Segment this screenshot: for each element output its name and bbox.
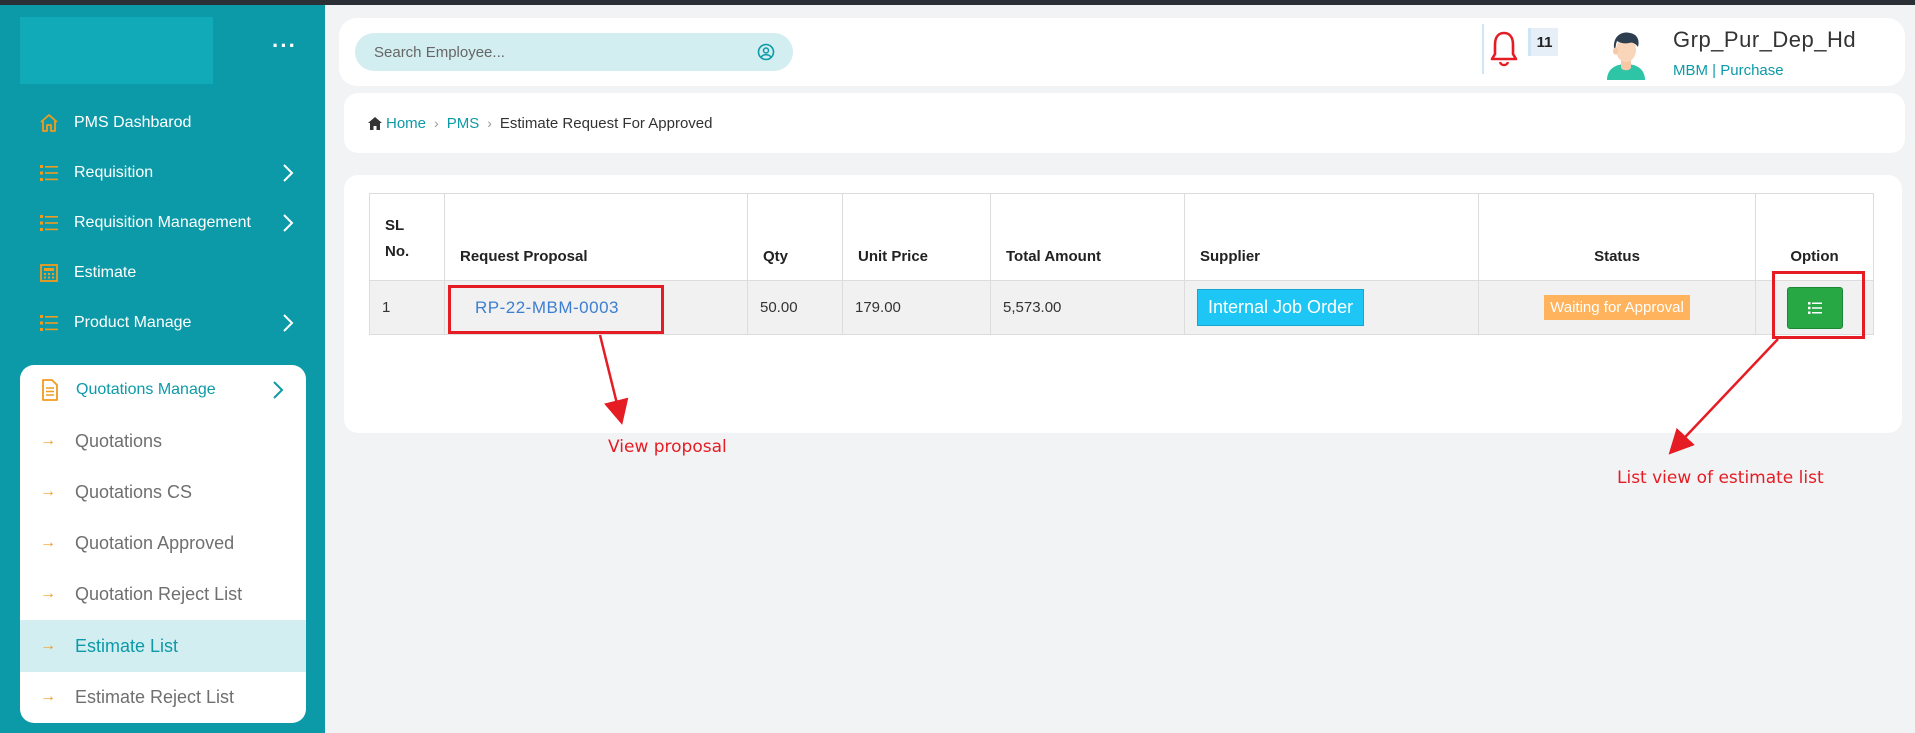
sidebar-item-label: Requisition — [74, 164, 154, 181]
sidebar-item-estimate[interactable]: Estimate — [38, 258, 298, 288]
bell-icon[interactable] — [1482, 24, 1524, 74]
cell-total-amount: 5,573.00 — [990, 280, 1185, 335]
submenu-item-quotation-approved[interactable]: → Quotation Approved — [20, 517, 306, 569]
column-header-option: Option — [1755, 193, 1874, 281]
user-name: Grp_Pur_Dep_Hd — [1673, 27, 1857, 52]
document-icon — [40, 379, 62, 401]
search-bar — [355, 33, 793, 71]
submenu-item-label: Quotations — [75, 430, 163, 451]
chevron-right-icon — [283, 164, 294, 182]
cell-qty: 50.00 — [747, 280, 843, 335]
submenu-item-estimate-reject-list[interactable]: → Estimate Reject List — [20, 671, 306, 723]
search-input[interactable] — [374, 43, 754, 61]
user-role: MBM | Purchase — [1673, 62, 1784, 79]
column-header-sl: SL No. — [369, 193, 445, 281]
sidebar-item-quotations-manage[interactable]: Quotations Manage — [20, 365, 306, 415]
calculator-icon — [38, 262, 60, 284]
column-header-label: SL No. — [385, 217, 410, 260]
submenu-item-label: Quotations CS — [75, 481, 193, 502]
user-search-icon[interactable] — [757, 43, 775, 66]
sidebar-item-label: Product Manage — [74, 314, 192, 331]
submenu-item-quotation-reject-list[interactable]: → Quotation Reject List — [20, 568, 306, 620]
status-badge: Waiting for Approval — [1544, 295, 1690, 320]
sidebar-item-requisition-management[interactable]: Requisition Management — [38, 208, 298, 238]
arrow-right-icon: → — [40, 688, 56, 705]
column-header-status: Status — [1478, 193, 1756, 281]
cell-supplier: Internal Job Order — [1184, 280, 1479, 335]
submenu-item-label: Estimate List — [75, 635, 179, 656]
option-highlight-box — [1772, 271, 1865, 339]
chevron-right-icon: › — [434, 115, 439, 131]
logo — [20, 17, 213, 84]
chevron-right-icon — [273, 381, 284, 399]
table-header-row: SL No. Request Proposal Qty Unit Price T… — [369, 193, 1874, 281]
breadcrumb: Home › PMS › Estimate Request For Approv… — [344, 93, 1905, 153]
breadcrumb-home[interactable]: Home — [368, 115, 426, 132]
column-header-unit-price: Unit Price — [842, 193, 991, 281]
top-header: 11 Grp_Pur_Dep_Hd MBM | Purchase — [339, 18, 1905, 86]
home-icon — [38, 112, 60, 134]
list-icon — [38, 212, 60, 234]
arrow-right-icon: → — [40, 534, 56, 551]
avatar[interactable] — [1599, 26, 1653, 80]
chevron-right-icon — [283, 214, 294, 232]
proposal-highlight-box — [448, 285, 664, 334]
sidebar-item-requisition[interactable]: Requisition — [38, 158, 298, 188]
annotation-view-proposal: View proposal — [608, 437, 727, 457]
home-icon — [368, 116, 382, 130]
submenu-item-label: Quotation Approved — [75, 532, 235, 553]
chevron-right-icon: › — [487, 115, 492, 131]
arrow-right-icon: → — [40, 432, 56, 449]
column-header-request-proposal: Request Proposal — [444, 193, 748, 281]
list-icon — [38, 162, 60, 184]
sidebar-item-pms-dashboard[interactable]: PMS Dashbarod — [38, 108, 298, 138]
quotations-submenu: Quotations Manage → Quotations → Quotati… — [20, 365, 306, 723]
breadcrumb-current: Estimate Request For Approved — [499, 114, 713, 132]
submenu-item-quotations[interactable]: → Quotations — [20, 415, 306, 467]
more-icon[interactable]: ··· — [272, 35, 297, 57]
submenu-item-estimate-list[interactable]: → Estimate List — [20, 620, 306, 672]
sidebar-item-product-manage[interactable]: Product Manage — [38, 308, 298, 338]
cell-sl: 1 — [369, 280, 445, 335]
notification-count-badge: 11 — [1528, 28, 1558, 56]
breadcrumb-pms[interactable]: PMS — [447, 115, 480, 132]
submenu-title: Quotations Manage — [76, 381, 216, 398]
list-icon — [38, 312, 60, 334]
submenu-item-label: Quotation Reject List — [75, 583, 243, 604]
breadcrumb-home-label: Home — [386, 114, 427, 132]
supplier-button[interactable]: Internal Job Order — [1197, 289, 1365, 326]
sidebar-item-label: Estimate — [74, 264, 137, 281]
submenu-item-quotations-cs[interactable]: → Quotations CS — [20, 466, 306, 518]
arrow-right-icon: → — [40, 483, 56, 500]
sidebar: ··· PMS Dashbarod Requisition Requisitio… — [0, 5, 325, 733]
column-header-qty: Qty — [747, 193, 843, 281]
chevron-right-icon — [283, 314, 294, 332]
column-header-total-amount: Total Amount — [990, 193, 1185, 281]
sidebar-item-label: Requisition Management — [74, 214, 251, 231]
column-header-supplier: Supplier — [1184, 193, 1479, 281]
sidebar-item-label: PMS Dashbarod — [74, 114, 192, 131]
annotation-list-view: List view of estimate list — [1617, 468, 1824, 488]
arrow-right-icon: → — [40, 637, 56, 654]
submenu-item-label: Estimate Reject List — [75, 686, 235, 707]
arrow-right-icon: → — [40, 585, 56, 602]
cell-unit-price: 179.00 — [842, 280, 991, 335]
cell-status: Waiting for Approval — [1478, 280, 1756, 335]
